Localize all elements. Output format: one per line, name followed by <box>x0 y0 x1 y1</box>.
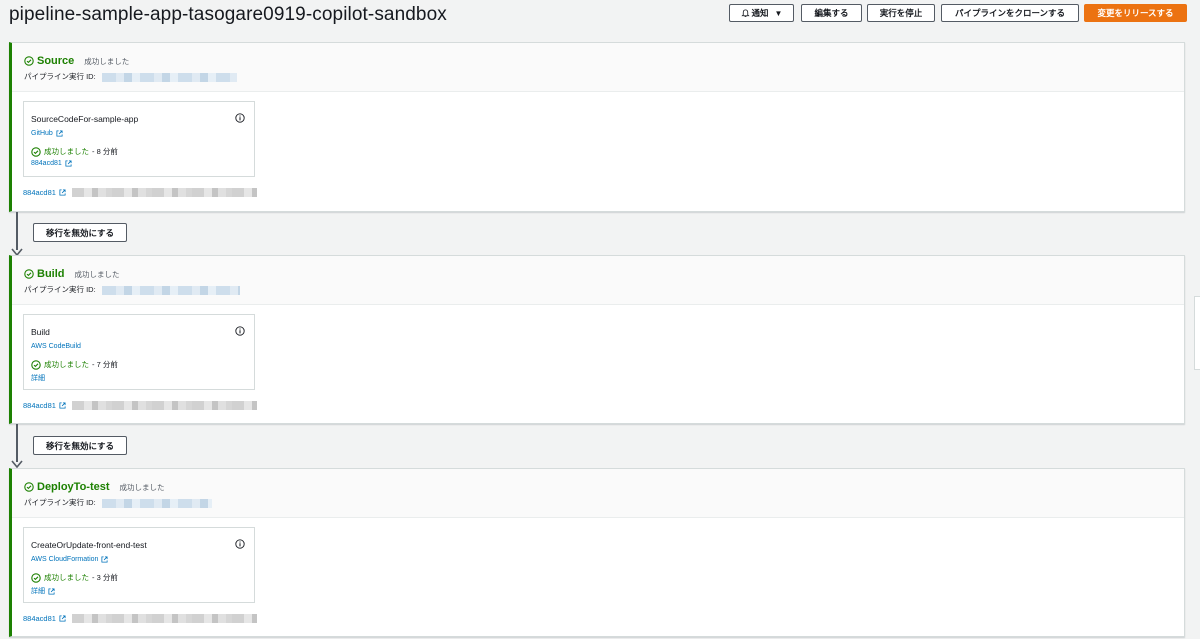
notify-label: 通知 <box>751 8 769 18</box>
execution-id-line: パイプライン実行 ID: <box>24 284 240 295</box>
action-name: SourceCodeFor-sample-app <box>31 114 139 124</box>
provider-link[interactable]: AWS CodeBuild <box>31 343 81 350</box>
external-link-icon <box>48 587 55 595</box>
success-check-icon <box>31 359 41 370</box>
action-card[interactable]: Build AWS CodeBuild 成功しました - 7 分前 詳細 <box>23 314 255 390</box>
success-check-icon <box>31 572 41 583</box>
commit-id: 884acd81 <box>23 401 56 410</box>
stage-header: Build 成功しました パイプライン実行 ID: <box>12 256 1184 305</box>
bell-icon <box>740 8 750 17</box>
stage-name: Build <box>37 268 65 280</box>
caret-down-icon: ▼ <box>774 8 783 18</box>
info-icon[interactable] <box>235 326 245 336</box>
disable-transition-button[interactable]: 移行を無効にする <box>33 436 127 455</box>
action-status: 成功しました - 7 分前 <box>31 359 118 370</box>
stage-status: 成功しました <box>84 56 130 66</box>
action-link-label: 詳細 <box>31 375 45 382</box>
commit-id: 884acd81 <box>23 188 56 197</box>
commit-row[interactable]: 884acd81 <box>23 188 257 197</box>
execution-id-label: パイプライン実行 ID: <box>24 498 96 507</box>
action-card[interactable]: CreateOrUpdate-front-end-test AWS CloudF… <box>23 527 255 603</box>
stage-header: Source 成功しました パイプライン実行 ID: <box>12 43 1184 92</box>
stage-title: Source 成功しました <box>24 55 129 67</box>
commit-row[interactable]: 884acd81 <box>23 614 257 623</box>
action-name: Build <box>31 327 50 337</box>
redacted-commit-message <box>71 401 257 410</box>
stage-name: Source <box>37 55 75 67</box>
execution-id-label: パイプライン実行 ID: <box>24 72 96 81</box>
action-card[interactable]: SourceCodeFor-sample-app GitHub 成功しました -… <box>23 101 255 177</box>
info-icon[interactable] <box>235 113 245 123</box>
notify-button[interactable]: 通知 ▼ <box>729 4 794 22</box>
stage-name: DeployTo-test <box>37 481 110 493</box>
clone-pipeline-button[interactable]: パイプラインをクローンする <box>941 4 1079 22</box>
external-link-icon <box>59 615 66 622</box>
redacted-commit-message <box>71 614 257 623</box>
stage-source: Source 成功しました パイプライン実行 ID: SourceCodeFor… <box>9 42 1185 212</box>
provider-label: AWS CloudFormation <box>31 556 99 563</box>
redacted-execution-id <box>101 285 240 295</box>
execution-id-line: パイプライン実行 ID: <box>24 71 237 82</box>
action-name: CreateOrUpdate-front-end-test <box>31 540 147 550</box>
commit-row[interactable]: 884acd81 <box>23 401 257 410</box>
commit-id: 884acd81 <box>23 614 56 623</box>
redacted-execution-id <box>101 498 212 508</box>
external-link-icon <box>101 556 108 563</box>
provider-link[interactable]: AWS CloudFormation <box>31 556 108 563</box>
stage-status: 成功しました <box>119 482 165 492</box>
page-title: pipeline-sample-app-tasogare0919-copilot… <box>9 4 447 25</box>
action-status: 成功しました - 3 分前 <box>31 572 118 583</box>
edit-button[interactable]: 編集する <box>801 4 862 22</box>
provider-link[interactable]: GitHub <box>31 130 63 137</box>
success-check-icon <box>24 269 34 279</box>
action-details-link[interactable]: 詳細 <box>31 586 55 596</box>
external-link-icon <box>59 189 66 196</box>
action-commit-link[interactable]: 884acd81 <box>31 160 72 167</box>
info-icon[interactable] <box>235 539 245 549</box>
external-link-icon <box>65 160 72 167</box>
success-check-icon <box>31 146 41 157</box>
stop-execution-button[interactable]: 実行を停止 <box>867 4 935 22</box>
redacted-commit-message <box>71 188 257 197</box>
disable-transition-button[interactable]: 移行を無効にする <box>33 223 127 242</box>
action-time: - 3 分前 <box>92 573 118 582</box>
success-check-icon <box>24 56 34 66</box>
external-link-icon <box>56 130 63 137</box>
external-link-icon <box>59 402 66 409</box>
release-change-button[interactable]: 変更をリリースする <box>1084 4 1187 22</box>
stage-deploy-to-test: DeployTo-test 成功しました パイプライン実行 ID: Create… <box>9 468 1185 637</box>
action-status: 成功しました - 8 分前 <box>31 146 118 157</box>
provider-label: GitHub <box>31 130 53 137</box>
action-status-label: 成功しました <box>44 573 89 582</box>
action-details-link[interactable]: 詳細 <box>31 373 45 383</box>
stage-status: 成功しました <box>74 269 120 279</box>
stage-title: Build 成功しました <box>24 268 120 280</box>
action-link-label: 詳細 <box>31 588 45 595</box>
action-time: - 8 分前 <box>92 147 118 156</box>
success-check-icon <box>24 482 34 492</box>
execution-id-label: パイプライン実行 ID: <box>24 285 96 294</box>
stage-build: Build 成功しました パイプライン実行 ID: Build AWS Code… <box>9 255 1185 424</box>
side-panel-edge <box>1194 296 1200 370</box>
action-status-label: 成功しました <box>44 147 89 156</box>
stage-title: DeployTo-test 成功しました <box>24 481 165 493</box>
action-link-label: 884acd81 <box>31 160 62 167</box>
redacted-execution-id <box>101 72 237 82</box>
stage-header: DeployTo-test 成功しました パイプライン実行 ID: <box>12 469 1184 518</box>
execution-id-line: パイプライン実行 ID: <box>24 497 212 508</box>
provider-label: AWS CodeBuild <box>31 343 81 350</box>
action-status-label: 成功しました <box>44 360 89 369</box>
action-time: - 7 分前 <box>92 360 118 369</box>
